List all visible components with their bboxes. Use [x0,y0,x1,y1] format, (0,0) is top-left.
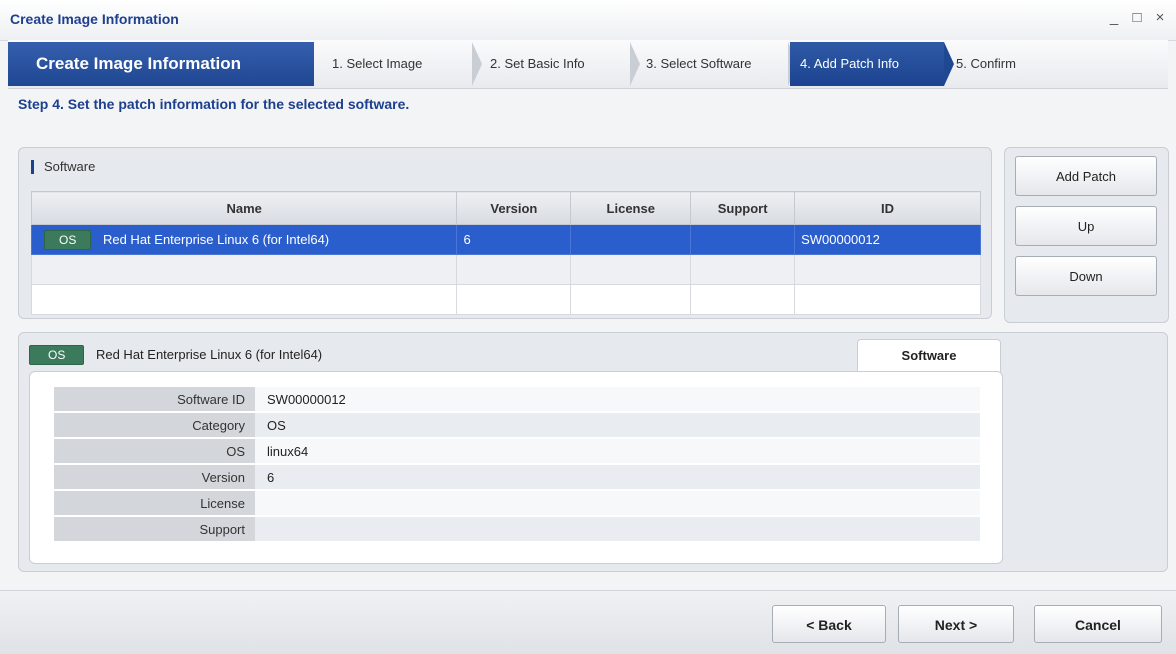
software-name: Red Hat Enterprise Linux 6 (for Intel64) [102,231,330,247]
property-label: Version [54,464,255,491]
table-row-empty [30,284,981,315]
add-patch-button[interactable]: Add Patch [1015,156,1157,196]
step-add-patch-info: 4. Add Patch Info [790,42,954,86]
property-label: Software ID [54,387,255,413]
maximize-icon[interactable]: □ [1128,9,1146,26]
step-heading: Step 4. Set the patch information for th… [18,96,410,112]
property-label: OS [54,438,255,465]
wizard-steps-bar: Create Image Information 1. Select Image… [8,40,1168,89]
step-confirm: 5. Confirm [946,42,1086,86]
table-row-empty [30,254,981,285]
cell-license [570,224,692,255]
window-titlebar: Create Image Information _ □ × [0,0,1176,41]
cell-id: SW00000012 [794,224,981,255]
software-panel: Software Name Version License Support ID… [18,147,992,319]
step-select-software: 3. Select Software [636,42,798,86]
next-button[interactable]: Next > [898,605,1014,643]
step-label: 2. Set Basic Info [490,56,585,71]
table-header-row: Name Version License Support ID [30,191,981,225]
step-label: 4. Add Patch Info [800,56,900,71]
property-row: Category OS [54,412,980,439]
software-panel-label: Software [31,160,95,174]
property-value: SW00000012 [255,387,980,413]
column-header-name[interactable]: Name [30,191,458,225]
os-badge: OS [44,229,92,250]
property-row: Support [54,516,980,543]
property-value: 6 [255,464,980,491]
property-row: Software ID SW00000012 [54,387,980,413]
property-value [255,516,980,543]
property-label: License [54,490,255,517]
os-badge: OS [29,345,85,365]
property-label: Support [54,516,255,543]
detail-software-name: Red Hat Enterprise Linux 6 (for Intel64) [95,347,323,362]
detail-header: OS Red Hat Enterprise Linux 6 (for Intel… [29,345,322,365]
minimize-icon[interactable]: _ [1105,9,1123,26]
property-value [255,490,980,517]
table-row[interactable]: OS Red Hat Enterprise Linux 6 (for Intel… [30,224,981,255]
cell-support [690,224,796,255]
column-header-license[interactable]: License [570,191,692,225]
property-value: linux64 [255,438,980,465]
property-label: Category [54,412,255,439]
down-button[interactable]: Down [1015,256,1157,296]
cell-version: 6 [456,224,572,255]
wizard-footer: < Back Next > Cancel [0,590,1176,654]
cancel-button[interactable]: Cancel [1034,605,1162,643]
cell-name: OS Red Hat Enterprise Linux 6 (for Intel… [30,224,458,255]
step-select-image: 1. Select Image [322,42,482,86]
patch-actions-panel: Add Patch Up Down [1004,147,1169,323]
back-button[interactable]: < Back [772,605,886,643]
step-label: 1. Select Image [332,56,423,71]
step-label: 3. Select Software [646,56,752,71]
tab-software[interactable]: Software [857,339,1001,372]
column-header-version[interactable]: Version [456,191,572,225]
column-header-support[interactable]: Support [690,191,796,225]
column-header-id[interactable]: ID [794,191,981,225]
property-row: License [54,490,980,517]
wizard-title: Create Image Information [8,42,314,86]
detail-properties-box: Software ID SW00000012 Category OS OS li… [29,371,1003,564]
property-row: OS linux64 [54,438,980,465]
step-set-basic-info: 2. Set Basic Info [480,42,640,86]
step-label: 5. Confirm [956,56,1016,71]
properties-table: Software ID SW00000012 Category OS OS li… [54,387,980,543]
up-button[interactable]: Up [1015,206,1157,246]
window-title: Create Image Information [10,11,179,27]
property-value: OS [255,412,980,439]
close-icon[interactable]: × [1151,9,1169,26]
detail-panel: OS Red Hat Enterprise Linux 6 (for Intel… [18,332,1168,572]
software-table: Name Version License Support ID OS Red H… [30,191,981,315]
property-row: Version 6 [54,464,980,491]
